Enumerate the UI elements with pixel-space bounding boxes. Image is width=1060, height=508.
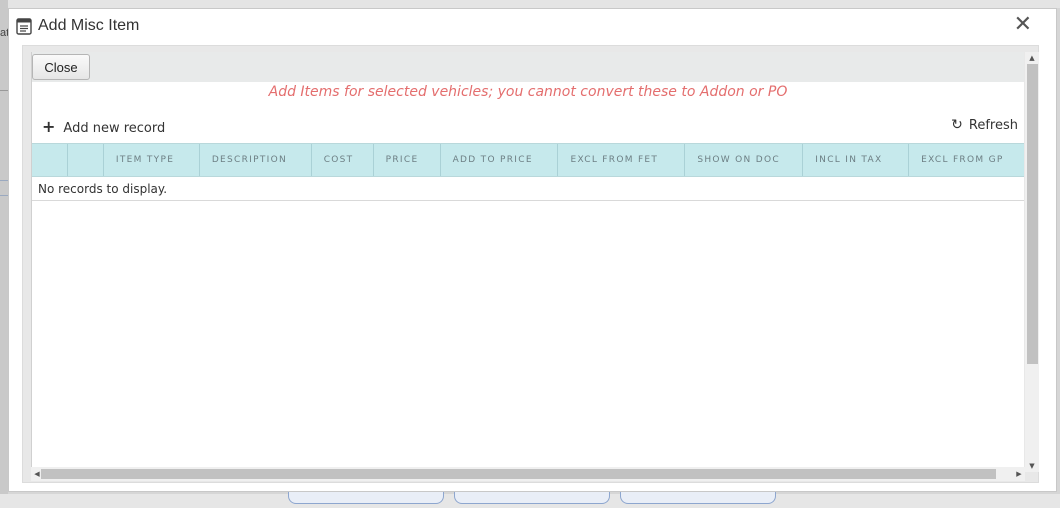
column-header-price[interactable]: PRICE — [374, 144, 441, 176]
scroll-down-icon[interactable]: ▼ — [1025, 460, 1039, 472]
dialog-title-bar[interactable]: Add Misc Item ✕ — [9, 9, 1056, 43]
background-tab — [454, 490, 610, 504]
scroll-right-icon[interactable]: ▶ — [1013, 467, 1025, 481]
dialog-content: Close Add Items for selected vehicles; y… — [31, 52, 1024, 477]
grid-command-bar: + Add new record ↻ Refresh — [32, 109, 1024, 143]
grid-header: ITEM TYPE DESCRIPTION COST PRICE ADD TO … — [32, 143, 1024, 177]
dialog-content-frame: Close Add Items for selected vehicles; y… — [22, 45, 1039, 483]
close-button[interactable]: Close — [32, 54, 90, 80]
background-tab — [620, 490, 776, 504]
background-field — [0, 180, 8, 196]
refresh-icon: ↻ — [951, 117, 963, 133]
background-divider — [0, 90, 8, 91]
background-tab — [288, 490, 444, 504]
background-app-top — [0, 0, 1060, 8]
background-app-left — [0, 0, 8, 508]
plus-icon: + — [42, 117, 56, 136]
column-header-add-to-price[interactable]: ADD TO PRICE — [441, 144, 559, 176]
column-header-show-on-doc[interactable]: SHOW ON DOC — [685, 144, 804, 176]
vertical-scroll-thumb[interactable] — [1027, 64, 1038, 364]
column-header-edit[interactable] — [68, 144, 104, 176]
column-header-item-type[interactable]: ITEM TYPE — [104, 144, 200, 176]
no-records-message: No records to display. — [32, 177, 1024, 201]
scroll-up-icon[interactable]: ▲ — [1025, 52, 1039, 64]
refresh-button[interactable]: ↻ Refresh — [951, 117, 1018, 133]
dialog-close-icon[interactable]: ✕ — [1014, 13, 1032, 37]
column-header-select[interactable] — [32, 144, 68, 176]
add-new-record-button[interactable]: + Add new record — [42, 117, 165, 136]
column-header-description[interactable]: DESCRIPTION — [200, 144, 312, 176]
column-header-cost[interactable]: COST — [312, 144, 374, 176]
horizontal-scroll-thumb[interactable] — [41, 469, 996, 479]
vertical-scrollbar[interactable]: ▲ ▼ — [1025, 52, 1039, 472]
column-header-excl-from-fet[interactable]: EXCL FROM FET — [558, 144, 686, 176]
add-new-record-label: Add new record — [63, 121, 166, 136]
document-list-icon — [16, 18, 32, 35]
add-misc-item-dialog: Add Misc Item ✕ Close Add Items for sele… — [8, 8, 1057, 492]
refresh-label: Refresh — [968, 118, 1018, 133]
horizontal-scrollbar[interactable]: ◀ ▶ — [31, 467, 1025, 481]
notice-message: Add Items for selected vehicles; you can… — [268, 84, 788, 100]
dialog-title: Add Misc Item — [38, 17, 140, 34]
column-header-incl-in-tax[interactable]: INCL IN TAX — [803, 144, 910, 176]
column-header-excl-from-gp[interactable]: EXCL FROM GP — [909, 144, 1024, 176]
top-toolbar: Close — [32, 52, 1024, 82]
